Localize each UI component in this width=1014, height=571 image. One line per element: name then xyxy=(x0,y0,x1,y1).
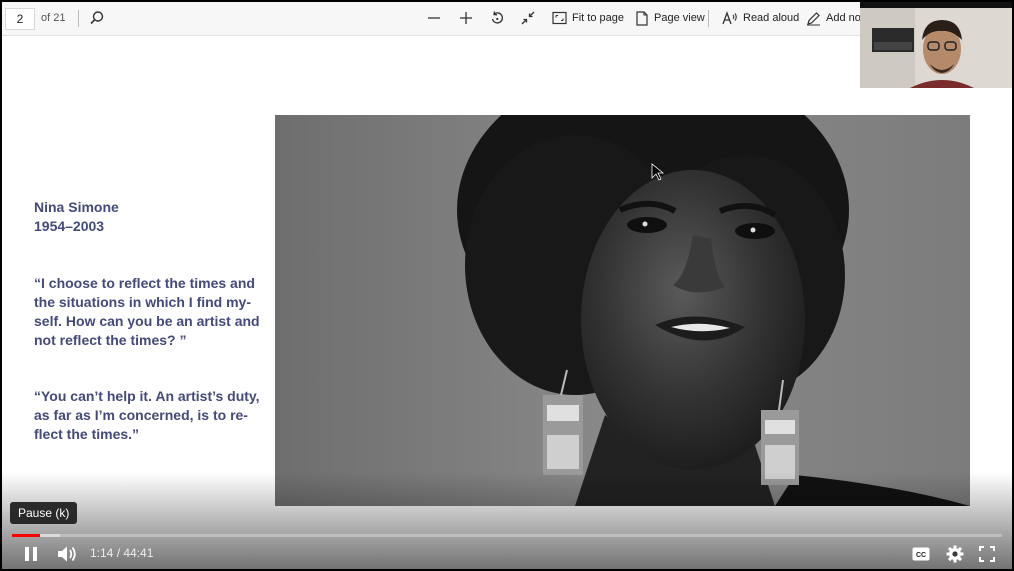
page-view-button[interactable]: Page view xyxy=(635,7,705,29)
progress-played xyxy=(12,534,40,537)
quote-line: the situations in which I find my- xyxy=(34,294,252,310)
page-number-input[interactable]: 2 xyxy=(5,8,35,30)
toolbar-divider xyxy=(708,10,709,27)
svg-text:CC: CC xyxy=(916,552,926,559)
quote-line: as far as I’m concerned, is to re- xyxy=(34,407,248,423)
volume-button[interactable] xyxy=(56,543,78,565)
toolbar-divider xyxy=(78,10,79,27)
page-total: of 21 xyxy=(41,12,66,24)
add-notes-label: Add not xyxy=(826,12,864,24)
minus-icon xyxy=(428,17,440,19)
gear-icon xyxy=(946,545,964,563)
time-display: 1:14 / 44:41 xyxy=(90,546,154,560)
screen: 2 of 21 Fit to page Page view Read aloud… xyxy=(2,2,1012,569)
captions-button[interactable]: CC xyxy=(912,543,930,565)
cc-icon: CC xyxy=(912,547,930,561)
add-notes-button[interactable]: Add not xyxy=(806,7,864,29)
fullscreen-button[interactable] xyxy=(979,543,995,565)
pause-tooltip: Pause (k) xyxy=(10,502,78,524)
fullscreen-icon xyxy=(979,546,995,562)
quote-1: “I choose to reflect the times and the s… xyxy=(34,274,260,350)
pause-button[interactable] xyxy=(22,543,40,565)
quote-2: “You can’t help it. An artist’s duty, as… xyxy=(34,387,260,444)
progress-bar[interactable] xyxy=(12,534,1002,537)
pen-icon xyxy=(807,11,820,25)
fit-to-page-button[interactable]: Fit to page xyxy=(552,7,624,29)
pause-icon xyxy=(25,547,37,561)
fit-width-button[interactable] xyxy=(520,7,536,29)
webcam-overlay xyxy=(860,2,1012,88)
page-view-icon xyxy=(636,10,648,26)
artist-years: 1954–2003 xyxy=(34,218,105,234)
fit-to-page-label: Fit to page xyxy=(572,12,624,24)
zoom-in-button[interactable] xyxy=(458,7,474,29)
rotate-icon xyxy=(491,11,503,24)
artist-info: Nina Simone 1954–2003 xyxy=(34,198,119,236)
read-aloud-button[interactable]: Read aloud xyxy=(722,7,799,29)
read-aloud-label: Read aloud xyxy=(743,12,800,24)
settings-button[interactable] xyxy=(946,543,964,565)
fit-page-icon xyxy=(552,11,567,25)
zoom-out-button[interactable] xyxy=(426,7,442,29)
quote-line: “You can’t help it. An artist’s duty, xyxy=(34,388,260,404)
read-aloud-icon xyxy=(722,10,737,24)
collapse-arrows-icon xyxy=(521,11,535,25)
rotate-button[interactable] xyxy=(489,7,505,29)
search-button[interactable] xyxy=(89,7,105,29)
quote-line: “I choose to reflect the times and xyxy=(34,275,255,291)
controls-gradient xyxy=(2,472,1012,569)
plus-icon xyxy=(460,12,472,24)
portrait-photo xyxy=(275,115,970,506)
quote-line: not reflect the times? ” xyxy=(34,332,187,348)
search-icon xyxy=(90,11,104,25)
volume-icon xyxy=(58,546,76,562)
quote-line: self. How can you be an artist and xyxy=(34,313,260,329)
page-view-label: Page view xyxy=(654,12,705,24)
artist-name: Nina Simone xyxy=(34,199,119,215)
quote-line: flect the times.” xyxy=(34,426,140,442)
